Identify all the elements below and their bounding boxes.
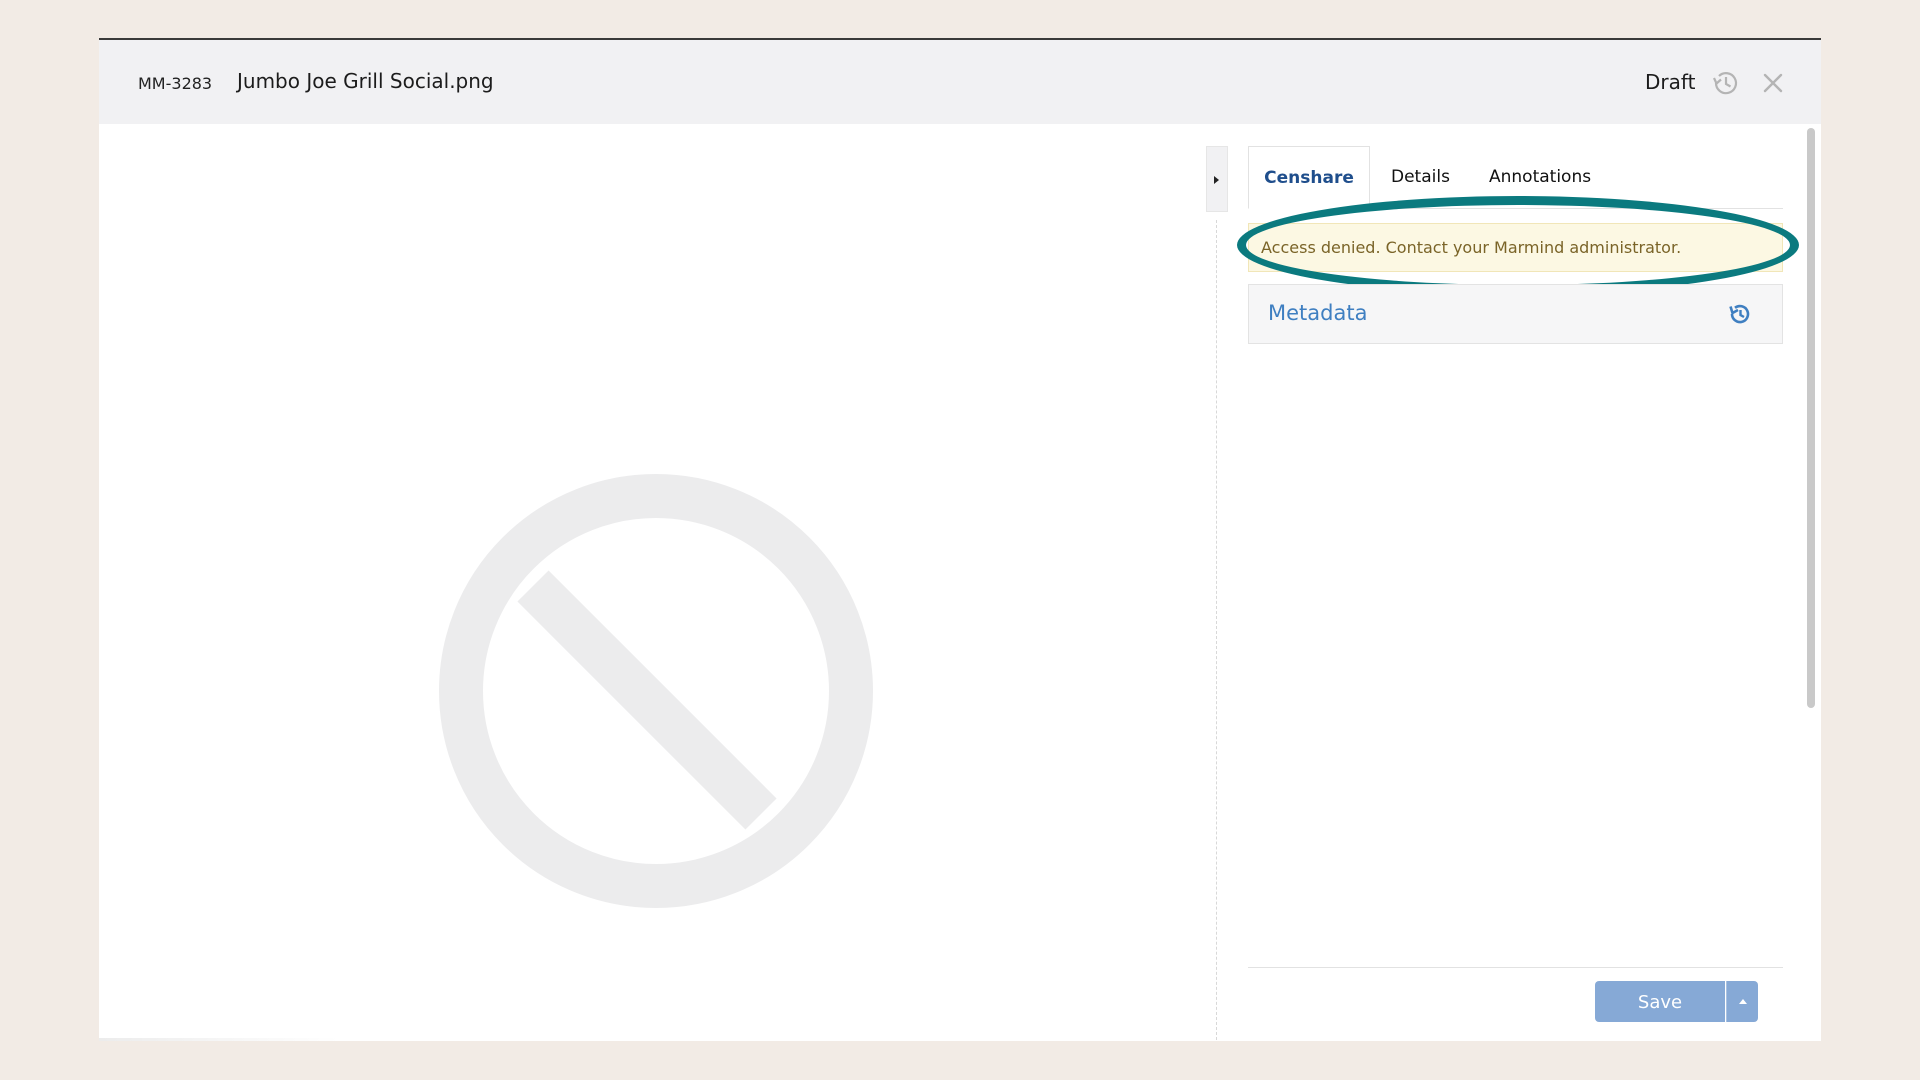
save-button[interactable]: Save: [1595, 981, 1725, 1022]
asset-modal: MM-3283 Jumbo Joe Grill Social.png Draft…: [99, 38, 1821, 1041]
close-icon[interactable]: [1759, 69, 1787, 97]
reset-history-icon[interactable]: [1727, 301, 1753, 327]
sidebar-scrollbar[interactable]: [1807, 128, 1815, 708]
panel-divider: [1216, 220, 1217, 1040]
caret-up-icon: [1739, 999, 1747, 1004]
metadata-label: Metadata: [1268, 301, 1368, 325]
save-options-button[interactable]: [1726, 981, 1758, 1022]
collapse-panel-button[interactable]: [1206, 146, 1228, 212]
tab-details[interactable]: Details: [1391, 146, 1450, 208]
metadata-section[interactable]: Metadata: [1248, 284, 1783, 344]
caret-right-icon: [1214, 176, 1219, 184]
footer-divider: [1248, 967, 1783, 968]
asset-title: Jumbo Joe Grill Social.png: [237, 69, 494, 93]
sidebar-tabs: Censhare Details Annotations: [1248, 146, 1783, 209]
history-icon[interactable]: [1709, 67, 1741, 99]
no-entry-icon: [439, 474, 873, 908]
tab-censhare[interactable]: Censhare: [1248, 146, 1370, 209]
bottom-shadow: [99, 1038, 339, 1041]
asset-preview: [99, 124, 1216, 1041]
status-label: Draft: [1645, 70, 1696, 94]
tab-annotations[interactable]: Annotations: [1489, 146, 1591, 208]
asset-id: MM-3283: [138, 74, 213, 93]
access-denied-alert: Access denied. Contact your Marmind admi…: [1248, 223, 1783, 272]
modal-header: MM-3283 Jumbo Joe Grill Social.png Draft: [99, 40, 1821, 124]
